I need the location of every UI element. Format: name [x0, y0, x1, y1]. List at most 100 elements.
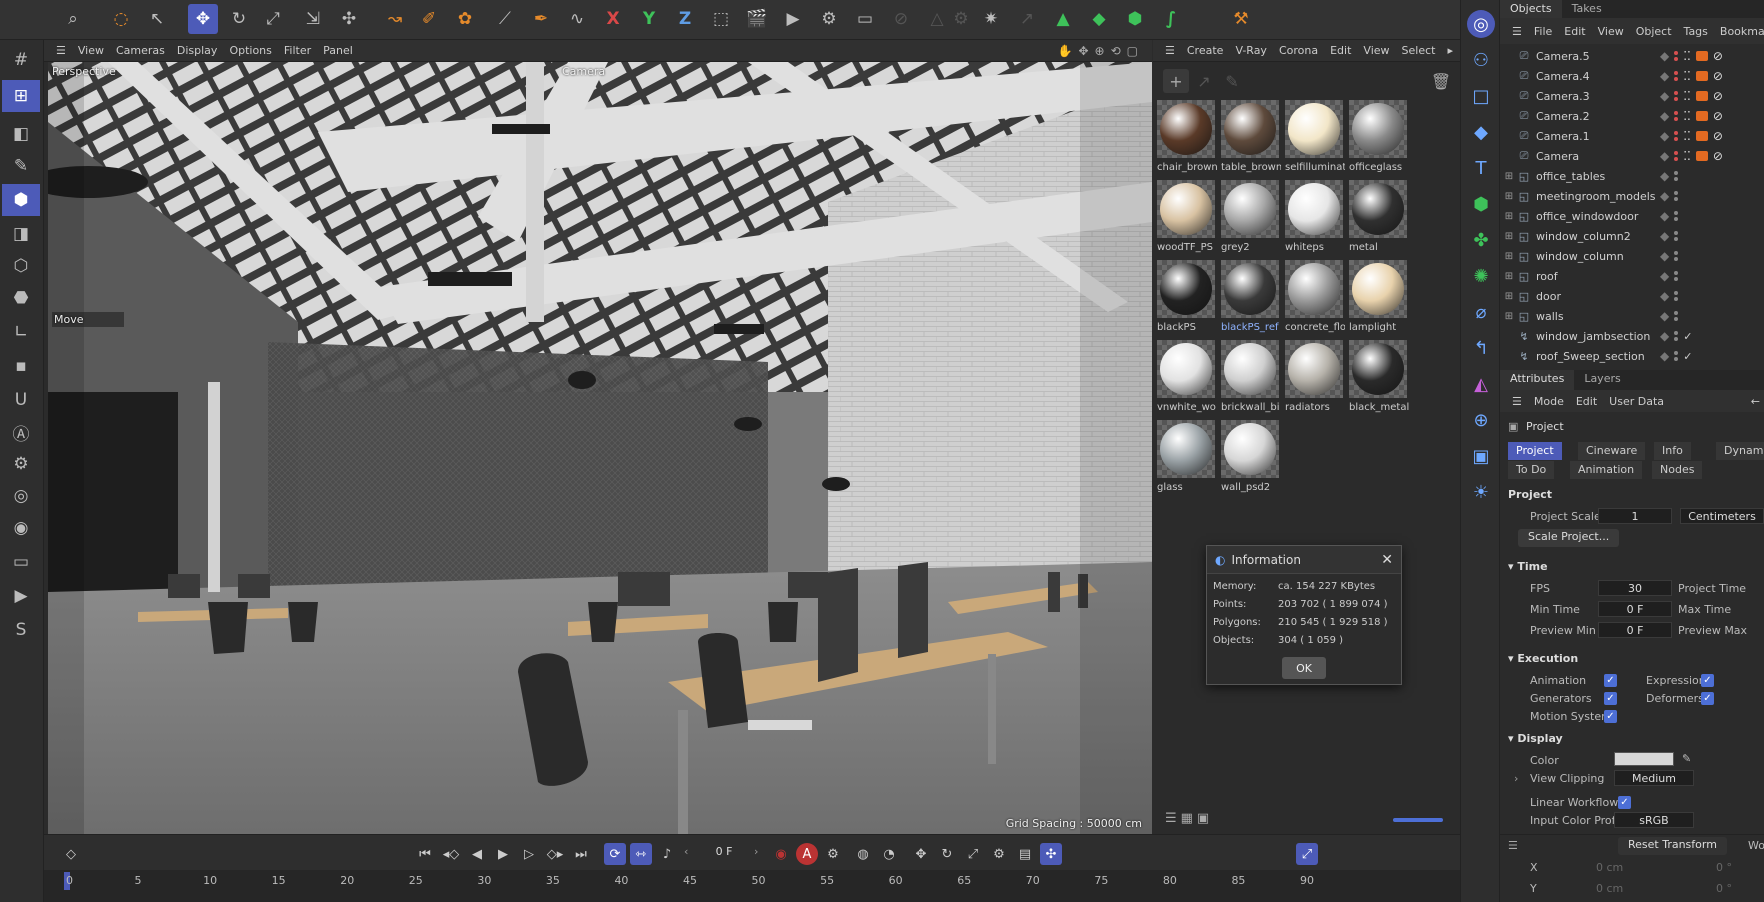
select-pointer-icon[interactable]: ↖	[142, 4, 172, 34]
visibility-dots[interactable]	[1674, 231, 1679, 241]
material-selfilluminat[interactable]: selfilluminat	[1283, 100, 1345, 178]
trash-icon[interactable]: 🗑	[1428, 69, 1454, 93]
material-menu-create[interactable]: Create	[1187, 44, 1224, 57]
object-name[interactable]: walls	[1536, 310, 1656, 323]
spline-sketch-icon[interactable]: ∿	[562, 4, 592, 34]
object-row[interactable]: ⊞ ◱ window_column2 ◆	[1500, 226, 1764, 246]
magnet-icon[interactable]: U	[2, 384, 40, 416]
coord-x-field[interactable]: 0 cm	[1596, 861, 1623, 874]
chevron-right-icon[interactable]: ▸	[1447, 44, 1453, 57]
render-settings-icon[interactable]: ⚙	[814, 4, 844, 34]
object-name[interactable]: roof	[1536, 270, 1656, 283]
target-tag-icon[interactable]: ⁚⁚	[1683, 129, 1691, 143]
object-name[interactable]: Camera.5	[1536, 50, 1656, 63]
object-row[interactable]: ⎚ Camera.4 ◆ ⁚⁚ ⊘	[1500, 66, 1764, 86]
material-radiators[interactable]: radiators	[1283, 340, 1345, 418]
prev-frame-icon[interactable]: ◀	[466, 843, 488, 865]
attr-tab-project[interactable]: Project	[1508, 442, 1562, 460]
section-execution-title[interactable]: ▾ Execution	[1508, 652, 1578, 665]
coord-x-rot-field[interactable]: 0 °	[1716, 861, 1732, 874]
enabled-check-icon[interactable]: ✓	[1683, 350, 1692, 363]
target-tag-icon[interactable]: ⁚⁚	[1683, 49, 1691, 63]
play-icon[interactable]: ▶	[492, 843, 514, 865]
go-to-end-icon[interactable]: ⏭	[570, 843, 592, 865]
hamburger-icon[interactable]: ☰	[56, 44, 66, 57]
param-key-icon[interactable]: ⚙	[988, 843, 1010, 865]
prev-key-icon[interactable]: ◂◇	[440, 843, 462, 865]
expand-icon[interactable]: ⊞	[1502, 271, 1516, 282]
coord-y-rot-field[interactable]: 0 °	[1716, 882, 1732, 895]
layer-diamond-icon[interactable]: ◆	[1660, 329, 1669, 343]
target-tag-icon[interactable]: ⁚⁚	[1683, 109, 1691, 123]
coord-y-field[interactable]: 0 cm	[1596, 882, 1623, 895]
object-row[interactable]: ⎚ Camera ◆ ⁚⁚ ⊘	[1500, 146, 1764, 166]
material-whiteps[interactable]: whiteps	[1283, 180, 1345, 258]
attr-tab-nodes[interactable]: Nodes	[1652, 461, 1703, 479]
object-row[interactable]: ⊞ ◱ door ◆	[1500, 286, 1764, 306]
next-key-icon[interactable]: ◇▸	[544, 843, 566, 865]
move-tool-icon[interactable]: ✥	[188, 4, 218, 34]
generator-icon[interactable]: ⬢	[1467, 190, 1495, 218]
material-metal[interactable]: metal	[1347, 180, 1409, 258]
visibility-dots[interactable]	[1674, 91, 1679, 101]
snap-tool-icon[interactable]: ✣	[334, 4, 364, 34]
target-icon[interactable]: ◎	[2, 480, 40, 512]
attr-tab-info[interactable]: Info	[1654, 442, 1691, 460]
hamburger-icon[interactable]: ☰	[1512, 395, 1522, 408]
deformer-icon[interactable]: ⌀	[1467, 298, 1495, 326]
disabled-tag-icon[interactable]: ⊘	[1713, 89, 1723, 103]
attr-tab-animation[interactable]: Animation	[1570, 461, 1643, 479]
object-row[interactable]: ⊞ ◱ walls ◆	[1500, 306, 1764, 326]
target-tag-icon[interactable]: ⁚⁚	[1683, 69, 1691, 83]
generators-checkbox[interactable]: ✓	[1604, 692, 1617, 705]
layer-diamond-icon[interactable]: ◆	[1660, 309, 1669, 323]
object-row[interactable]: ⎚ Camera.1 ◆ ⁚⁚ ⊘	[1500, 126, 1764, 146]
pen-icon[interactable]: ✎	[2, 150, 40, 182]
brush-icon[interactable]: ⟋	[490, 4, 520, 34]
live-selection-icon[interactable]: ◌	[106, 4, 136, 34]
fps-field[interactable]: 30	[1598, 580, 1672, 596]
auto-key-icon[interactable]: A	[796, 843, 818, 865]
x-axis-lock-icon[interactable]: X	[598, 4, 628, 34]
object-name[interactable]: window_column2	[1536, 230, 1656, 243]
project-scale-field[interactable]: 1	[1598, 508, 1672, 524]
next-frame-icon[interactable]: ▷	[518, 843, 540, 865]
attr-tab-cineware[interactable]: Cineware	[1578, 442, 1646, 460]
layer-diamond-icon[interactable]: ◆	[1660, 229, 1669, 243]
back-arrow-icon[interactable]: ←	[1751, 395, 1760, 408]
point-level-key-icon[interactable]: ✣	[1040, 843, 1062, 865]
target-tag-icon[interactable]: ⁚⁚	[1683, 149, 1691, 163]
material-blackps[interactable]: blackPS	[1155, 260, 1217, 338]
scale-project-button[interactable]: Scale Project...	[1518, 529, 1620, 547]
visibility-dots[interactable]	[1674, 51, 1679, 61]
expand-icon[interactable]: ⊞	[1502, 291, 1516, 302]
camera-tag-icon[interactable]	[1695, 71, 1708, 81]
expand-icon[interactable]: ⊞	[1502, 251, 1516, 262]
section-time-title[interactable]: ▾ Time	[1508, 560, 1548, 573]
viewport-menu-view[interactable]: View	[78, 44, 104, 57]
axis-dim-icon[interactable]: ↗	[1012, 4, 1042, 34]
material-brickwall-bi[interactable]: brickwall_bi	[1219, 340, 1281, 418]
object-name[interactable]: office_tables	[1536, 170, 1656, 183]
visibility-dots[interactable]	[1674, 71, 1679, 81]
layer-diamond-icon[interactable]: ◆	[1660, 149, 1669, 163]
material-chair-brown[interactable]: chair_brown	[1155, 100, 1217, 178]
visibility-dots[interactable]	[1674, 251, 1679, 261]
tab-layers[interactable]: Layers	[1574, 370, 1630, 390]
visibility-dots[interactable]	[1674, 271, 1679, 281]
camera-tag-icon[interactable]	[1695, 151, 1708, 161]
object-name[interactable]: window_jambsection	[1536, 330, 1656, 343]
objects-menu-file[interactable]: File	[1534, 25, 1552, 38]
options-gear-icon[interactable]: ⚙	[946, 4, 976, 34]
material-grey2[interactable]: grey2	[1219, 180, 1281, 258]
object-name[interactable]: roof_Sweep_section	[1536, 350, 1656, 363]
visibility-dots[interactable]	[1674, 331, 1679, 341]
material-vnwhite-wo[interactable]: vnwhite_wo	[1155, 340, 1217, 418]
material-menu-vray[interactable]: V-Ray	[1235, 44, 1267, 57]
camera-icon[interactable]: ▣	[1467, 442, 1495, 470]
layer-diamond-icon[interactable]: ◆	[1660, 289, 1669, 303]
link-icon[interactable]: ⊘	[886, 4, 916, 34]
disabled-tag-icon[interactable]: ⊘	[1713, 109, 1723, 123]
viewport-menu-options[interactable]: Options	[229, 44, 271, 57]
visibility-dots[interactable]	[1674, 131, 1679, 141]
